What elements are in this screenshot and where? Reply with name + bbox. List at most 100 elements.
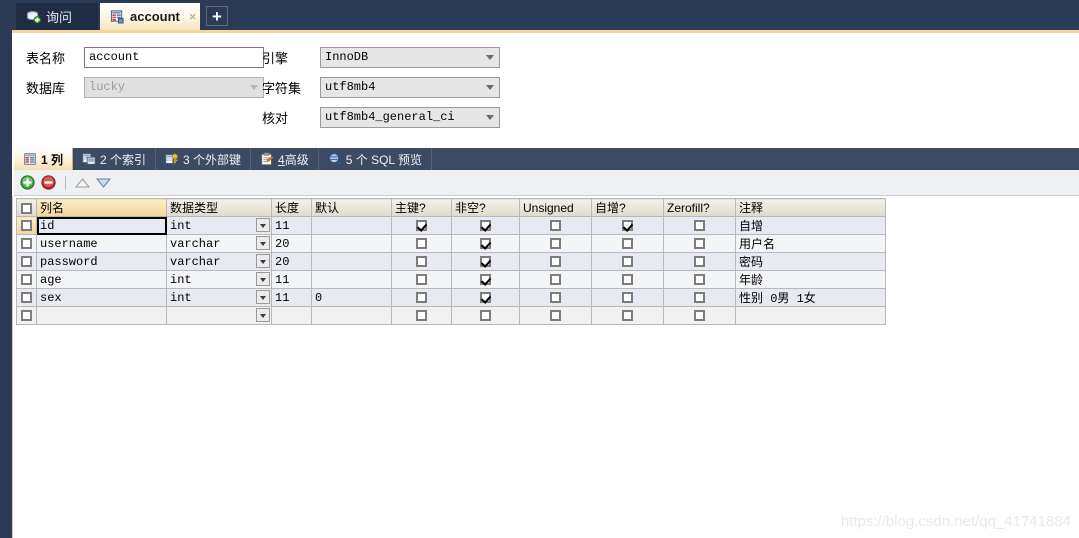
editor-tab-2[interactable]: 2 个索引 (73, 148, 157, 170)
row-select-checkbox[interactable] (21, 237, 32, 249)
unsigned-checkbox[interactable] (550, 219, 561, 231)
cell-unsigned[interactable] (519, 270, 592, 289)
cell-unsigned[interactable] (519, 252, 592, 271)
cell-default[interactable] (311, 270, 392, 289)
pk-checkbox[interactable] (416, 291, 427, 303)
cell-check[interactable] (16, 252, 37, 271)
grid-header-datatype[interactable]: 数据类型 (166, 198, 272, 217)
grid-header-name[interactable]: 列名 (36, 198, 167, 217)
pk-checkbox[interactable] (416, 219, 427, 231)
cell-length[interactable]: 20 (271, 252, 312, 271)
cell-unsigned[interactable] (519, 216, 592, 235)
row-select-checkbox[interactable] (21, 219, 32, 231)
row-select-checkbox[interactable] (21, 309, 32, 321)
notnull-checkbox[interactable] (480, 237, 491, 249)
zerofill-checkbox[interactable] (694, 219, 705, 231)
cell-datatype[interactable]: int (166, 216, 272, 235)
cell-name[interactable]: username (36, 234, 167, 253)
cell-autoinc[interactable] (591, 234, 664, 253)
table-row[interactable]: password varchar 20 密码 (16, 252, 886, 271)
cell-length[interactable]: 11 (271, 270, 312, 289)
cell-zerofill[interactable] (663, 234, 736, 253)
cell-name[interactable]: age (36, 270, 167, 289)
unsigned-checkbox[interactable] (550, 237, 561, 249)
cell-datatype[interactable]: varchar (166, 252, 272, 271)
autoinc-checkbox[interactable] (622, 273, 633, 285)
cell-zerofill[interactable] (663, 288, 736, 307)
cell-autoinc[interactable] (591, 216, 664, 235)
row-select-checkbox[interactable] (21, 273, 32, 285)
cell-length[interactable]: 20 (271, 234, 312, 253)
zerofill-checkbox[interactable] (694, 255, 705, 267)
autoinc-checkbox[interactable] (622, 309, 633, 321)
pk-checkbox[interactable] (416, 255, 427, 267)
notnull-checkbox[interactable] (480, 273, 491, 285)
pk-checkbox[interactable] (416, 273, 427, 285)
grid-header-length[interactable]: 长度 (271, 198, 312, 217)
cell-default[interactable] (311, 216, 392, 235)
cell-autoinc[interactable] (591, 288, 664, 307)
cell-notnull[interactable] (451, 252, 520, 271)
cell-name[interactable]: id (36, 216, 167, 235)
zerofill-checkbox[interactable] (694, 237, 705, 249)
cell-comment[interactable]: 年龄 (735, 270, 886, 289)
cell-comment[interactable]: 自增 (735, 216, 886, 235)
grid-header-autoinc[interactable]: 自增? (591, 198, 664, 217)
collation-select[interactable]: utf8mb4_general_ci (320, 107, 500, 128)
charset-select[interactable]: utf8mb4 (320, 77, 500, 98)
cell-zerofill[interactable] (663, 252, 736, 271)
grid-header-unsigned[interactable]: Unsigned (519, 198, 592, 217)
chevron-down-icon[interactable] (256, 254, 270, 268)
row-select-checkbox[interactable] (21, 255, 32, 267)
cell-check[interactable] (16, 216, 37, 235)
table-row[interactable]: age int 11 年龄 (16, 270, 886, 289)
autoinc-checkbox[interactable] (622, 291, 633, 303)
cell-autoinc[interactable] (591, 306, 664, 325)
cell-pk[interactable] (391, 252, 452, 271)
table-row[interactable]: username varchar 20 用户名 (16, 234, 886, 253)
autoinc-checkbox[interactable] (622, 219, 633, 231)
table-row[interactable]: sex int 11 0 性别 0男 1女 (16, 288, 886, 307)
table-name-input[interactable]: account (84, 47, 264, 68)
cell-comment[interactable] (735, 306, 886, 325)
cell-notnull[interactable] (451, 306, 520, 325)
cell-notnull[interactable] (451, 288, 520, 307)
cell-default[interactable] (311, 234, 392, 253)
unsigned-checkbox[interactable] (550, 291, 561, 303)
grid-header-zerofill[interactable]: Zerofill? (663, 198, 736, 217)
zerofill-checkbox[interactable] (694, 273, 705, 285)
editor-tab-3[interactable]: 3 个外部键 (156, 148, 252, 170)
zerofill-checkbox[interactable] (694, 291, 705, 303)
cell-length[interactable]: 11 (271, 288, 312, 307)
grid-header-pk[interactable]: 主键? (391, 198, 452, 217)
cell-default[interactable]: 0 (311, 288, 392, 307)
chevron-down-icon[interactable] (256, 272, 270, 286)
cell-datatype[interactable] (166, 306, 272, 325)
cell-length[interactable]: 11 (271, 216, 312, 235)
pk-checkbox[interactable] (416, 237, 427, 249)
cell-default[interactable] (311, 252, 392, 271)
close-icon[interactable]: × (189, 9, 197, 24)
cell-unsigned[interactable] (519, 234, 592, 253)
chevron-down-icon[interactable] (256, 218, 270, 232)
cell-check[interactable] (16, 306, 37, 325)
cell-default[interactable] (311, 306, 392, 325)
cell-pk[interactable] (391, 216, 452, 235)
chevron-down-icon[interactable] (256, 290, 270, 304)
notnull-checkbox[interactable] (480, 255, 491, 267)
grid-header-default[interactable]: 默认 (311, 198, 392, 217)
cell-datatype[interactable]: varchar (166, 234, 272, 253)
editor-tab-4[interactable]: 4高级 (251, 148, 319, 170)
cell-comment[interactable]: 密码 (735, 252, 886, 271)
cell-datatype[interactable]: int (166, 288, 272, 307)
cell-length[interactable] (271, 306, 312, 325)
cell-notnull[interactable] (451, 216, 520, 235)
editor-tab-5[interactable]: 5 个 SQL 预览 (319, 148, 432, 170)
cell-unsigned[interactable] (519, 288, 592, 307)
window-tab-0[interactable]: 询问 (16, 3, 98, 30)
chevron-down-icon[interactable] (256, 308, 270, 322)
unsigned-checkbox[interactable] (550, 273, 561, 285)
grid-header-check[interactable] (16, 198, 37, 217)
notnull-checkbox[interactable] (480, 291, 491, 303)
cell-zerofill[interactable] (663, 306, 736, 325)
